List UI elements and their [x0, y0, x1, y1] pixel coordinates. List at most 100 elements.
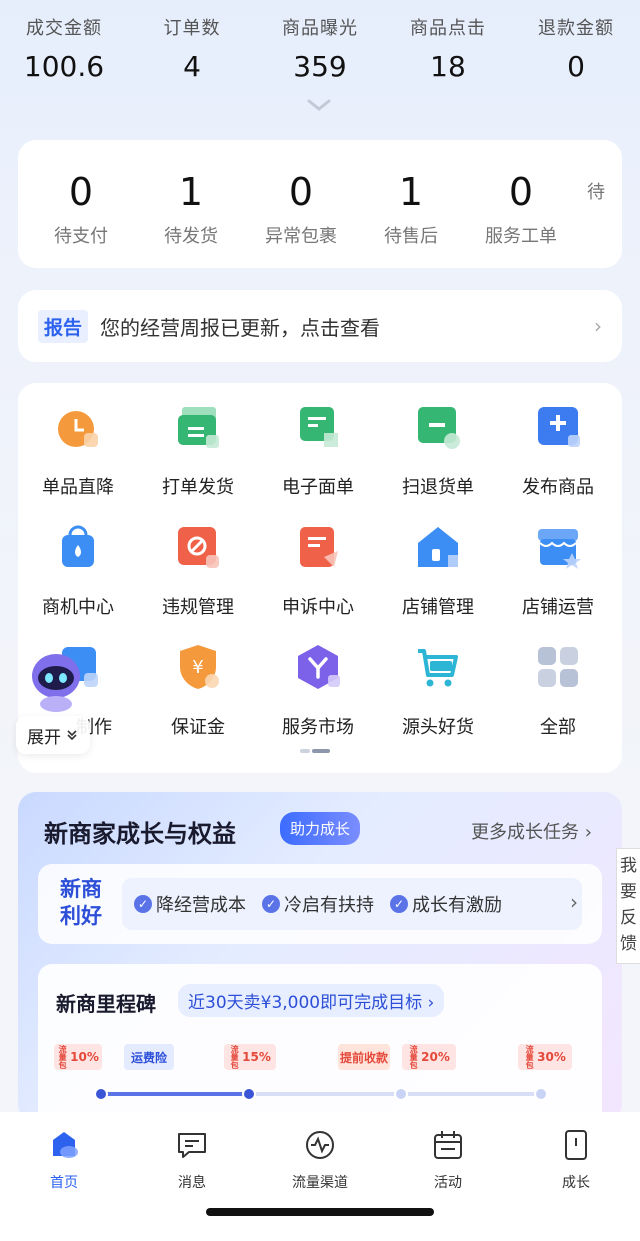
tool-print-ship[interactable]: 打单发货	[138, 403, 258, 499]
stat-exposure[interactable]: 商品曝光 359	[256, 14, 384, 83]
nav-label: 消息	[178, 1175, 206, 1191]
service-market-icon	[298, 645, 340, 689]
tool-label: 源头好货	[402, 717, 474, 738]
order-count: 0	[288, 170, 314, 214]
bottom-nav: 首页 消息 流量渠道 活动 成长	[0, 1112, 640, 1241]
order-status-pending-payment[interactable]: 0 待支付	[26, 140, 136, 268]
tool-label: 发布商品	[522, 477, 594, 498]
stat-clicks[interactable]: 商品点击 18	[384, 14, 512, 83]
home-indicator	[206, 1208, 434, 1216]
home-icon	[53, 1132, 78, 1158]
milestone-dot	[394, 1087, 408, 1101]
benefit-chips: ✓ 降经营成本 ✓ 冷启有扶持 ✓ 成长有激励	[122, 878, 582, 930]
milestone-title: 新商里程碑	[56, 992, 156, 1016]
reward-ticket: 流量包 20%	[402, 1044, 456, 1070]
benefit-chip: ✓ 成长有激励	[390, 891, 502, 917]
svg-text:¥: ¥	[192, 657, 203, 678]
tool-all[interactable]: 全部	[498, 643, 618, 739]
order-count: 1	[398, 170, 424, 214]
milestone-progress-fill	[98, 1092, 248, 1096]
tool-label: 申诉中心	[282, 597, 354, 618]
order-status-abnormal-parcel[interactable]: 0 异常包裹	[246, 140, 356, 268]
milestone-dot	[242, 1087, 256, 1101]
tool-label: 电子面单	[282, 477, 354, 498]
chevron-down-icon[interactable]	[306, 98, 332, 112]
traffic-channel-icon	[306, 1131, 334, 1159]
assistant-robot[interactable]: 展开	[16, 646, 90, 756]
stat-gmv[interactable]: 成交金额 100.6	[0, 14, 128, 83]
deposit-shield-icon: ¥	[180, 645, 219, 689]
nav-activity[interactable]: 活动	[408, 1128, 488, 1192]
tool-violation-manage[interactable]: 违规管理	[138, 523, 258, 619]
weekly-report-banner[interactable]: 报告 您的经营周报已更新，点击查看 ›	[18, 290, 622, 362]
chevron-right-icon: ›	[594, 314, 602, 338]
new-merchant-growth-card: 新商家成长与权益 助力成长 更多成长任务 › 新商利好 ✓ 降经营成本 ✓ 冷启有扶…	[18, 792, 622, 1122]
order-label: 异常包裹	[265, 226, 337, 247]
stat-label: 成交金额	[26, 18, 102, 39]
order-status-more[interactable]: 待	[576, 140, 616, 268]
store-manage-icon	[418, 527, 458, 567]
benefit-head: 新商利好	[60, 877, 102, 928]
stat-label: 商品点击	[410, 18, 486, 39]
stat-label: 订单数	[163, 18, 221, 39]
stat-label: 商品曝光	[282, 18, 358, 39]
order-count: 0	[508, 170, 534, 214]
check-icon: ✓	[390, 895, 408, 913]
tool-store-manage[interactable]: 店铺管理	[378, 523, 498, 619]
more-growth-tasks-link[interactable]: 更多成长任务 ›	[471, 818, 592, 844]
tool-source-goods[interactable]: 源头好货	[378, 643, 498, 739]
nav-label: 流量渠道	[292, 1175, 348, 1191]
stat-refund[interactable]: 退款金额 0	[512, 14, 640, 83]
nav-label: 首页	[50, 1175, 78, 1191]
stat-value: 359	[293, 50, 347, 83]
benefit-banner[interactable]: 新商利好 ✓ 降经营成本 ✓ 冷启有扶持 ✓ 成长有激励 ›	[38, 864, 602, 944]
print-ship-icon	[178, 407, 219, 448]
order-label: 待售后	[384, 226, 438, 247]
expand-label: 展开	[27, 727, 61, 748]
store-ops-icon	[538, 529, 581, 569]
stat-value: 18	[430, 50, 466, 83]
tool-store-ops[interactable]: 店铺运营	[498, 523, 618, 619]
expand-button[interactable]: 展开	[16, 716, 90, 754]
milestone-goal[interactable]: 近30天卖¥3,000即可完成目标 ›	[178, 984, 445, 1017]
tool-label: 商机中心	[42, 597, 114, 618]
tool-appeal-center[interactable]: 申诉中心	[258, 523, 378, 619]
calendar-activity-icon	[434, 1131, 462, 1159]
nav-growth[interactable]: 成长	[536, 1128, 616, 1192]
order-label: 待发货	[164, 226, 218, 247]
tool-opportunity-center[interactable]: 商机中心	[18, 523, 138, 619]
opportunity-bag-icon	[62, 525, 94, 567]
tool-label: 店铺管理	[402, 597, 474, 618]
stat-orders[interactable]: 订单数 4	[128, 14, 256, 83]
tool-scan-return[interactable]: 扫退货单	[378, 403, 498, 499]
tool-single-price-drop[interactable]: 单品直降	[18, 403, 138, 499]
nav-label: 成长	[562, 1175, 590, 1191]
robot-icon	[32, 654, 80, 712]
order-label: 待	[587, 182, 605, 203]
nav-messages[interactable]: 消息	[152, 1128, 232, 1192]
tool-label: 违规管理	[162, 597, 234, 618]
nav-home[interactable]: 首页	[24, 1128, 104, 1192]
reward-ticket: 提前收款	[338, 1044, 390, 1070]
page-indicator	[300, 749, 332, 753]
order-count: 1	[178, 170, 204, 214]
tool-service-market[interactable]: 服务市场	[258, 643, 378, 739]
tool-label: 店铺运营	[522, 597, 594, 618]
tool-publish-product[interactable]: 发布商品	[498, 403, 618, 499]
order-label: 待支付	[54, 226, 108, 247]
order-status-pending-ship[interactable]: 1 待发货	[136, 140, 246, 268]
benefit-chip: ✓ 降经营成本	[134, 891, 246, 917]
order-count: 0	[68, 170, 94, 214]
nav-label: 活动	[434, 1175, 462, 1191]
reward-ticket: 流量包 30%	[518, 1044, 572, 1070]
stat-value: 4	[183, 50, 201, 83]
order-status-after-sale[interactable]: 1 待售后	[356, 140, 466, 268]
tool-deposit[interactable]: ¥ 保证金	[138, 643, 258, 739]
tools-grid: 单品直降 打单发货 电子面单 扫退货单 发布商品 商机中心 违规管理 申诉中心 …	[18, 383, 622, 773]
tool-e-waybill[interactable]: 电子面单	[258, 403, 378, 499]
order-status-service-ticket[interactable]: 0 服务工单	[466, 140, 576, 268]
nav-traffic[interactable]: 流量渠道	[280, 1128, 360, 1192]
feedback-tab[interactable]: 我 要 反 馈	[616, 848, 640, 964]
growth-title: 新商家成长与权益	[44, 820, 236, 848]
order-label: 服务工单	[485, 226, 557, 247]
